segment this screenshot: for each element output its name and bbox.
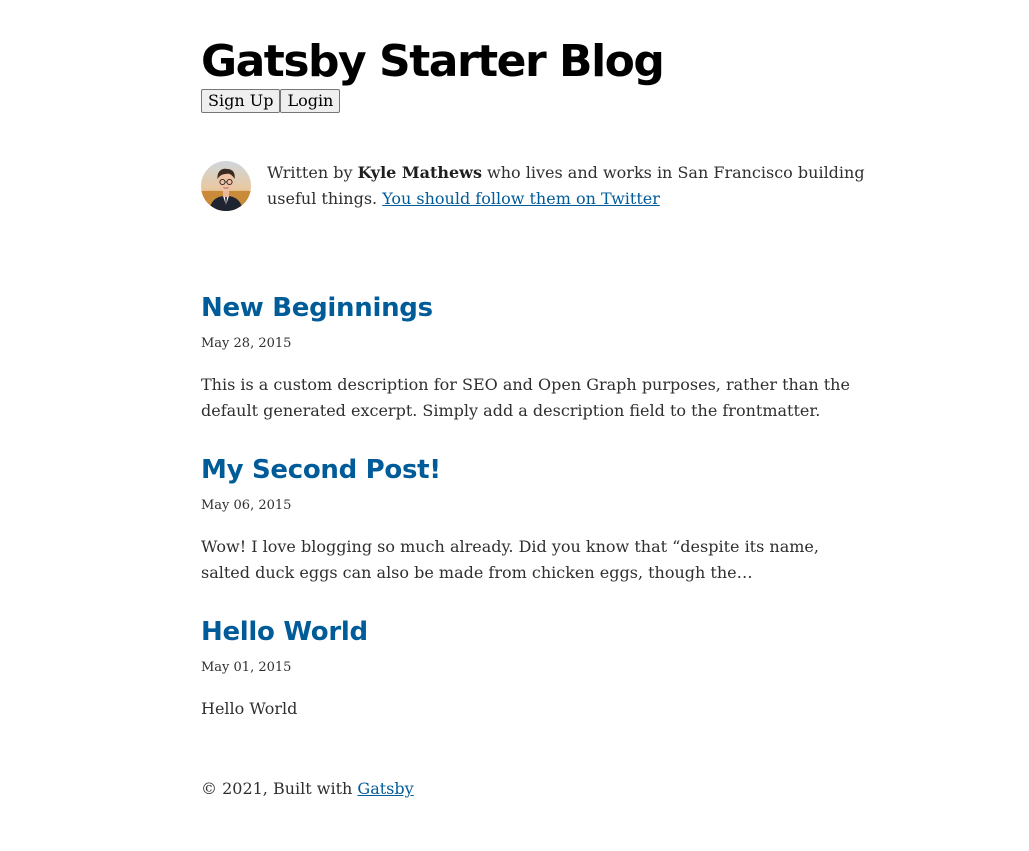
post-item: New Beginnings May 28, 2015 This is a cu… (201, 291, 850, 424)
post-title: My Second Post! (201, 453, 841, 487)
post-description-line: salted duck eggs can also be made from c… (201, 563, 753, 582)
post-date: May 01, 2015 (201, 660, 292, 675)
site-footer: © 2021, Built with Gatsby (201, 776, 414, 802)
post-item: Hello World May 01, 2015 Hello World (201, 615, 841, 722)
auth-buttons: Sign Up Login (201, 89, 341, 113)
post-title-link[interactable]: New Beginnings (201, 293, 433, 323)
post-description-line: This is a custom description for SEO and… (201, 375, 850, 394)
post-item: My Second Post! May 06, 2015 Wow! I love… (201, 453, 841, 586)
post-title: Hello World (201, 615, 841, 649)
login-button[interactable]: Login (280, 89, 341, 113)
author-avatar (201, 161, 251, 211)
bio-text: Written by Kyle Mathews who lives and wo… (267, 160, 865, 212)
bio-author-name: Kyle Mathews (357, 163, 482, 182)
site-title[interactable]: Gatsby Starter Blog (201, 34, 665, 90)
footer-text: © 2021, Built with (201, 779, 358, 798)
post-description-line: Hello World (201, 699, 298, 718)
author-bio: Written by Kyle Mathews who lives and wo… (201, 160, 865, 212)
post-date: May 28, 2015 (201, 336, 292, 351)
post-title-link[interactable]: My Second Post! (201, 455, 441, 485)
author-photo-icon (201, 161, 251, 211)
post-title: New Beginnings (201, 291, 841, 325)
bio-prefix: Written by (267, 163, 358, 182)
post-title-link[interactable]: Hello World (201, 617, 368, 647)
sign-up-button[interactable]: Sign Up (201, 89, 281, 113)
post-description: Hello World (201, 696, 841, 722)
post-description-line: Wow! I love blogging so much already. Di… (201, 537, 819, 556)
twitter-link[interactable]: You should follow them on Twitter (382, 189, 660, 208)
bio-line2: useful things. (267, 189, 383, 208)
post-description: This is a custom description for SEO and… (201, 372, 850, 424)
post-description-line: default generated excerpt. Simply add a … (201, 401, 821, 420)
gatsby-link[interactable]: Gatsby (357, 779, 413, 798)
post-description: Wow! I love blogging so much already. Di… (201, 534, 841, 586)
post-date: May 06, 2015 (201, 498, 292, 513)
bio-middle: who lives and works in San Francisco bui… (481, 163, 865, 182)
